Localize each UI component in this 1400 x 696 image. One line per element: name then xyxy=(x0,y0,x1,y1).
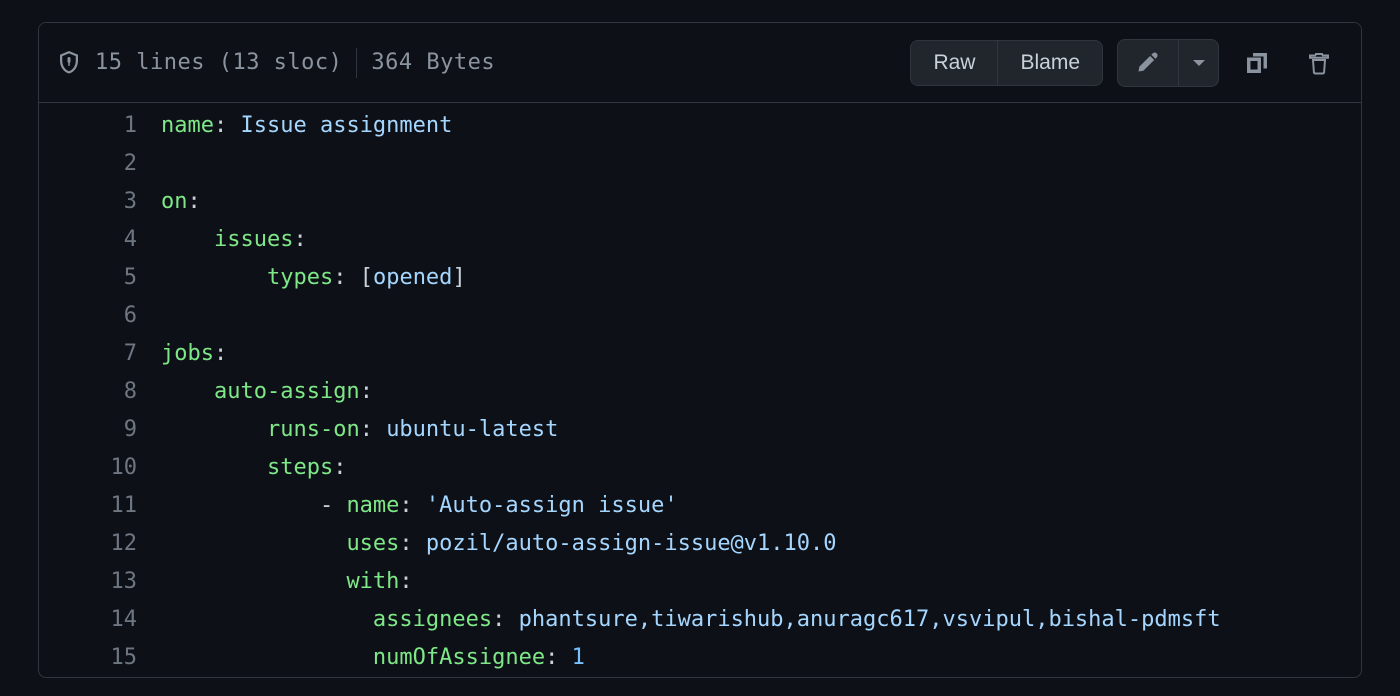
line-number[interactable]: 1 xyxy=(39,107,137,145)
line-number[interactable]: 4 xyxy=(39,221,137,259)
line-number[interactable]: 12 xyxy=(39,525,137,563)
line-number[interactable]: 7 xyxy=(39,335,137,373)
file-header: 15 lines (13 sloc) 364 Bytes Raw Blame xyxy=(39,23,1361,103)
code-line xyxy=(161,145,1361,183)
edit-dropdown-button[interactable] xyxy=(1179,39,1219,87)
blame-button[interactable]: Blame xyxy=(997,41,1102,85)
line-number[interactable]: 10 xyxy=(39,449,137,487)
code-line: types: [opened] xyxy=(161,259,1361,297)
pencil-icon xyxy=(1136,51,1160,75)
trash-icon xyxy=(1307,51,1331,75)
caret-down-icon xyxy=(1187,51,1211,75)
code-line xyxy=(161,297,1361,335)
line-number[interactable]: 5 xyxy=(39,259,137,297)
raw-button[interactable]: Raw xyxy=(911,41,997,85)
file-size: 364 Bytes xyxy=(371,50,495,75)
code-line: auto-assign: xyxy=(161,373,1361,411)
line-number[interactable]: 15 xyxy=(39,639,137,677)
code-line: numOfAssignee: 1 xyxy=(161,639,1361,677)
edit-button[interactable] xyxy=(1117,39,1179,87)
line-number[interactable]: 2 xyxy=(39,145,137,183)
shield-icon xyxy=(57,39,81,87)
line-number[interactable]: 9 xyxy=(39,411,137,449)
copy-icon xyxy=(1245,51,1269,75)
line-number[interactable]: 6 xyxy=(39,297,137,335)
code-line: issues: xyxy=(161,221,1361,259)
code-line: name: Issue assignment xyxy=(161,107,1361,145)
line-number[interactable]: 8 xyxy=(39,373,137,411)
copy-button[interactable] xyxy=(1233,39,1281,87)
line-stats: 15 lines (13 sloc) xyxy=(95,50,342,75)
delete-button[interactable] xyxy=(1295,39,1343,87)
raw-blame-group: Raw Blame xyxy=(910,40,1103,86)
code-content[interactable]: name: Issue assignment on: issues: types… xyxy=(161,107,1361,677)
file-box: 15 lines (13 sloc) 364 Bytes Raw Blame 1… xyxy=(38,22,1362,678)
line-number[interactable]: 3 xyxy=(39,183,137,221)
code-line: on: xyxy=(161,183,1361,221)
code-line: - name: 'Auto-assign issue' xyxy=(161,487,1361,525)
line-number[interactable]: 14 xyxy=(39,601,137,639)
line-number[interactable]: 13 xyxy=(39,563,137,601)
code-line: with: xyxy=(161,563,1361,601)
line-number-gutter: 123456789101112131415 xyxy=(39,107,161,677)
line-number[interactable]: 11 xyxy=(39,487,137,525)
code-area: 123456789101112131415 name: Issue assign… xyxy=(39,103,1361,677)
code-line: jobs: xyxy=(161,335,1361,373)
edit-group xyxy=(1117,39,1219,87)
code-line: runs-on: ubuntu-latest xyxy=(161,411,1361,449)
divider xyxy=(356,48,357,78)
code-line: assignees: phantsure,tiwarishub,anuragc6… xyxy=(161,601,1361,639)
file-info: 15 lines (13 sloc) 364 Bytes xyxy=(95,48,495,78)
code-line: uses: pozil/auto-assign-issue@v1.10.0 xyxy=(161,525,1361,563)
code-line: steps: xyxy=(161,449,1361,487)
